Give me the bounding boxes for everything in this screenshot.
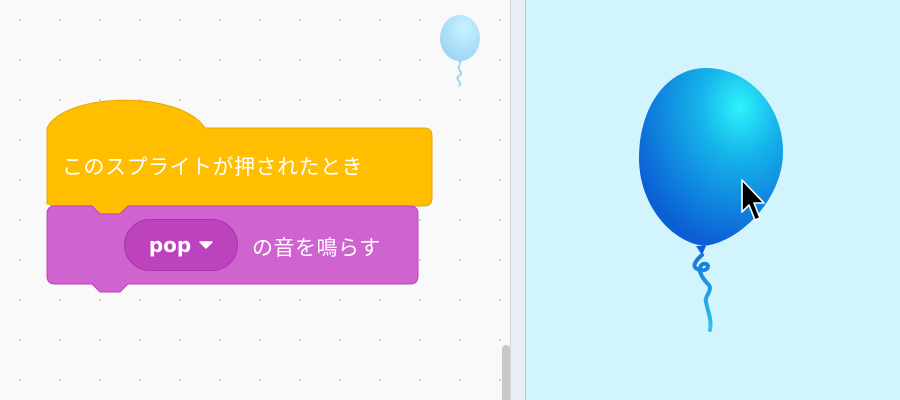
block-stack [46,99,433,293]
code-workspace[interactable]: このスプライトが押されたとき pop の音を鳴らす [0,0,510,400]
balloon-icon [440,15,480,87]
caret-down-icon [199,241,213,249]
pane-divider [510,0,526,400]
hat-block-label: このスプライトが押されたとき [62,155,363,179]
workspace-scrollbar[interactable] [502,345,510,400]
stage-canvas [639,68,783,332]
balloon-icon[interactable] [639,68,783,332]
scratch-editor: このスプライトが押されたとき pop の音を鳴らす [0,0,900,400]
play-sound-block-label: の音を鳴らす [252,236,381,260]
sound-dropdown-value: pop [148,233,192,257]
stage[interactable] [526,0,900,400]
sound-dropdown[interactable]: pop [124,219,238,271]
